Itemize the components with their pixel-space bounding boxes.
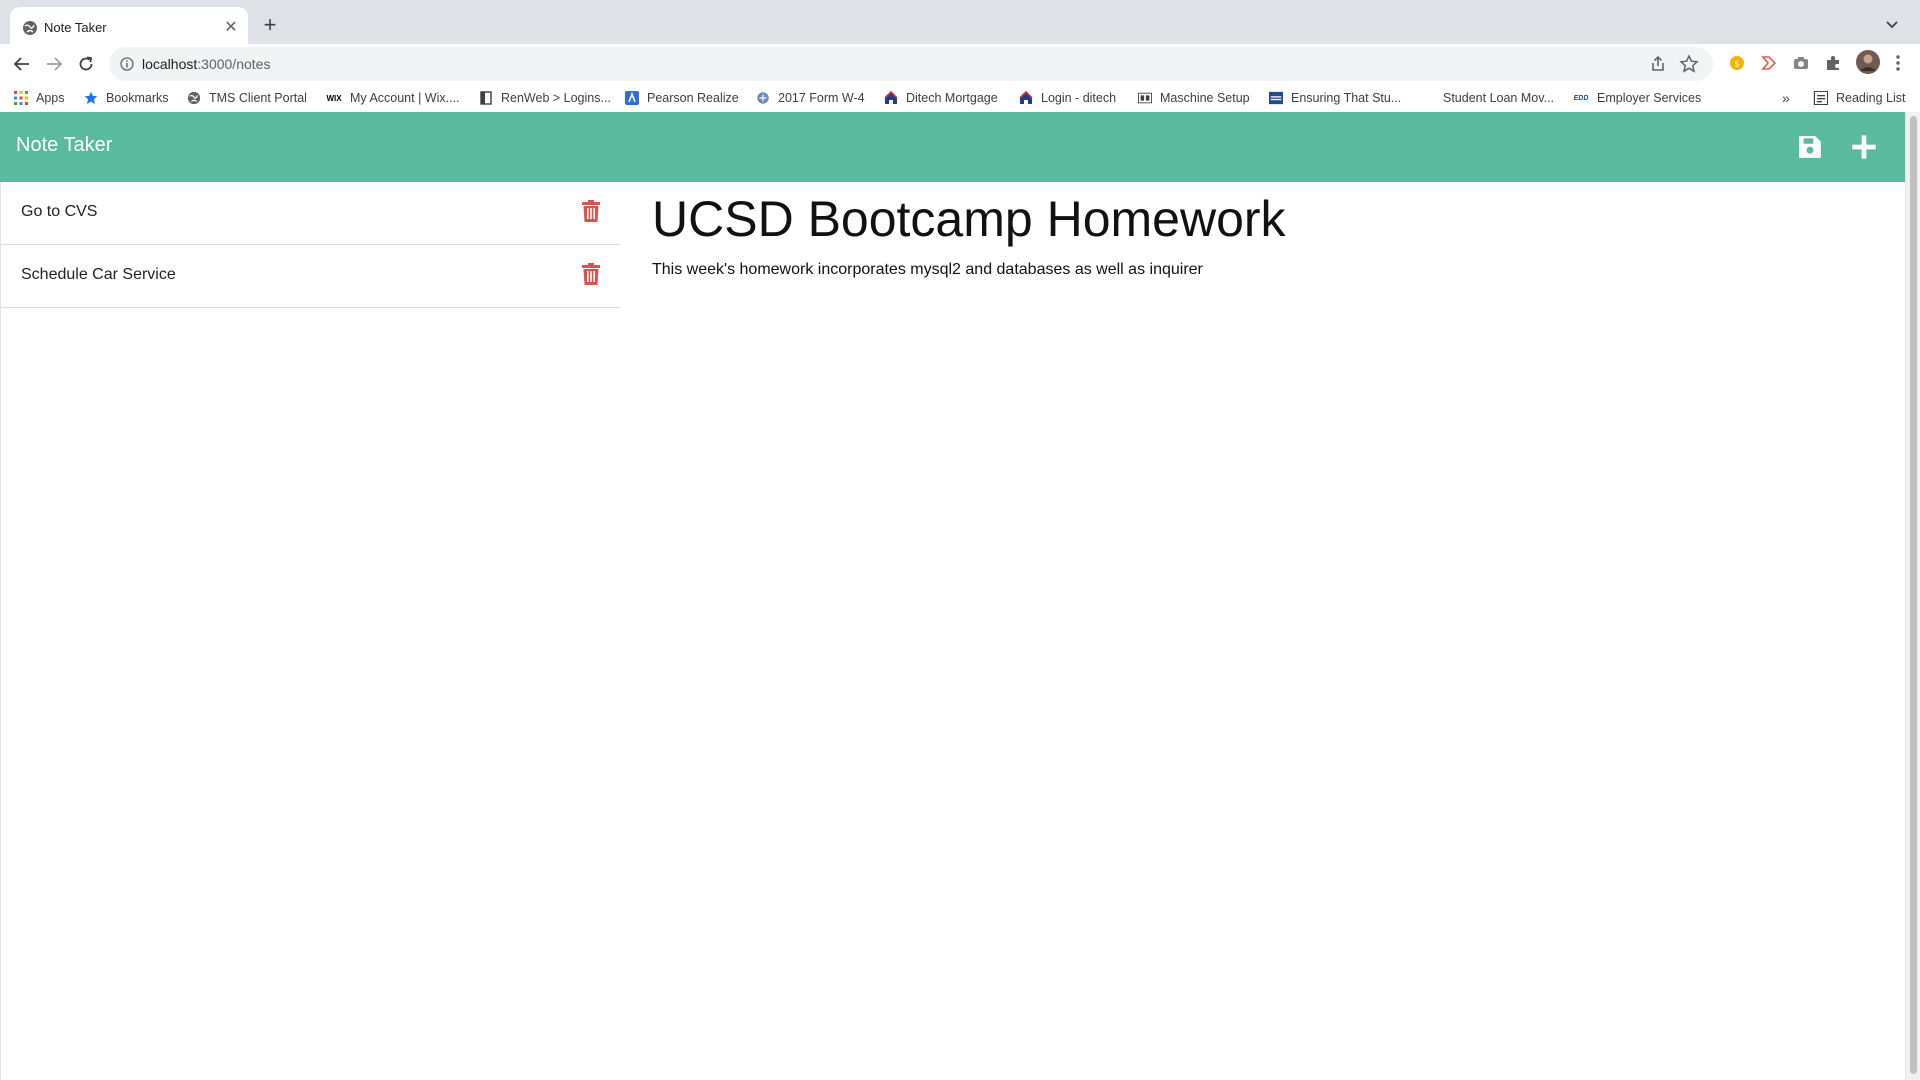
address-bar[interactable]: localhost:3000/notes xyxy=(109,47,1713,81)
bookmark-label: Bookmarks xyxy=(106,91,169,105)
note-editor: UCSD Bootcamp Homework This week's homew… xyxy=(620,182,1905,1080)
svg-text:$: $ xyxy=(1734,60,1740,70)
reading-list-label: Reading List xyxy=(1836,91,1906,105)
star-icon xyxy=(84,91,98,105)
app-title[interactable]: Note Taker xyxy=(16,134,112,157)
bookmark-label: Student Loan Mov... xyxy=(1443,91,1554,105)
forward-arrow-icon xyxy=(47,57,63,71)
bookmark-wix[interactable]: WIX My Account | Wix.... xyxy=(326,88,460,108)
bookmark-tms-client-portal[interactable]: TMS Client Portal xyxy=(187,88,307,108)
bookmark-label: Login - ditech xyxy=(1041,91,1117,105)
house-icon xyxy=(884,91,898,105)
page-icon xyxy=(479,91,493,105)
info-icon[interactable] xyxy=(120,57,134,71)
delete-note-trash-icon[interactable] xyxy=(582,263,600,285)
pearson-icon xyxy=(625,91,639,105)
blank-icon xyxy=(1421,91,1435,105)
bookmark-label: Ensuring That Stu... xyxy=(1291,91,1402,105)
note-list-item[interactable]: Go to CVS xyxy=(1,182,620,245)
bookmark-apps[interactable]: Apps xyxy=(14,88,65,108)
browser-toolbar: localhost:3000/notes $ xyxy=(0,44,1920,84)
reading-list-icon xyxy=(1814,91,1828,105)
bookmark-renweb[interactable]: RenWeb > Logins... xyxy=(479,88,611,108)
browser-tab[interactable]: Note Taker ✕ xyxy=(10,7,248,49)
note-list-item-title[interactable]: Schedule Car Service xyxy=(21,266,176,284)
bookmark-pearson[interactable]: Pearson Realize xyxy=(625,88,739,108)
bookmark-bookmarks[interactable]: Bookmarks xyxy=(84,88,169,108)
browser-tab-strip: Note Taker ✕ + xyxy=(0,0,1920,49)
bookmark-label: Ditech Mortgage xyxy=(906,91,998,105)
bookmark-login-ditech[interactable]: Login - ditech xyxy=(1019,88,1116,108)
reload-icon xyxy=(79,56,93,71)
bookmark-label: TMS Client Portal xyxy=(209,91,307,105)
tab-search-chevron-icon[interactable] xyxy=(1882,14,1902,34)
bookmark-label: Employer Services xyxy=(1597,91,1702,105)
url-host: localhost xyxy=(142,56,198,72)
bookmark-student-loan[interactable]: Student Loan Mov... xyxy=(1421,88,1554,108)
note-title-field[interactable]: UCSD Bootcamp Homework xyxy=(652,190,1286,248)
bookmarks-overflow-button[interactable]: » xyxy=(1782,88,1790,108)
bookmark-ensuring[interactable]: Ensuring That Stu... xyxy=(1269,88,1401,108)
forward-button[interactable] xyxy=(40,50,68,78)
note-list-item[interactable]: Schedule Car Service xyxy=(1,245,620,308)
bookmark-star-icon[interactable] xyxy=(1679,54,1699,74)
edd-icon: EDD xyxy=(1573,94,1589,102)
app-navbar: Note Taker xyxy=(0,112,1905,182)
back-button[interactable] xyxy=(8,50,36,78)
house-icon xyxy=(1019,91,1033,105)
bookmark-label: Apps xyxy=(36,91,65,105)
browser-menu-icon[interactable] xyxy=(1887,52,1909,74)
extension-coin-icon[interactable]: $ xyxy=(1726,52,1748,74)
url-text: localhost:3000/notes xyxy=(142,56,270,72)
maschine-icon xyxy=(1138,91,1152,105)
extensions-puzzle-icon[interactable] xyxy=(1822,52,1844,74)
tab-close-icon[interactable]: ✕ xyxy=(220,16,242,38)
apps-grid-icon xyxy=(14,91,28,105)
profile-avatar[interactable] xyxy=(1855,49,1881,75)
reload-button[interactable] xyxy=(72,50,100,78)
bookmark-w4[interactable]: 2017 Form W-4 xyxy=(756,88,865,108)
wix-icon: WIX xyxy=(326,93,342,103)
bookmark-maschine-setup[interactable]: Maschine Setup xyxy=(1138,88,1250,108)
irs-icon xyxy=(756,91,770,105)
bookmark-label: Maschine Setup xyxy=(1160,91,1250,105)
back-arrow-icon xyxy=(13,57,29,71)
bookmark-label: Pearson Realize xyxy=(647,91,739,105)
extension-arrow-icon[interactable] xyxy=(1758,52,1780,74)
doc-icon xyxy=(1269,91,1283,105)
url-path: :3000/notes xyxy=(197,56,271,72)
globe-icon xyxy=(23,21,37,35)
new-tab-button[interactable]: + xyxy=(258,12,282,37)
globe-icon xyxy=(187,91,201,105)
note-text-field[interactable]: This week's homework incorporates mysql2… xyxy=(652,261,1203,279)
bookmark-ditech-mortgage[interactable]: Ditech Mortgage xyxy=(884,88,998,108)
camera-icon[interactable] xyxy=(1790,52,1812,74)
tab-title: Note Taker xyxy=(44,20,107,35)
bookmark-label: My Account | Wix.... xyxy=(350,91,460,105)
bookmark-label: RenWeb > Logins... xyxy=(501,91,611,105)
note-list: Go to CVS Schedule Car Service xyxy=(0,182,621,1080)
delete-note-trash-icon[interactable] xyxy=(582,200,600,222)
save-note-icon[interactable] xyxy=(1797,134,1823,160)
scrollbar-thumb[interactable] xyxy=(1910,116,1917,1074)
note-list-item-title[interactable]: Go to CVS xyxy=(21,203,97,221)
page-scrollbar[interactable] xyxy=(1905,112,1920,1080)
new-note-icon[interactable] xyxy=(1850,133,1878,161)
share-icon[interactable] xyxy=(1649,55,1667,73)
reading-list-button[interactable]: Reading List xyxy=(1813,88,1906,108)
bookmarks-bar: Apps Bookmarks TMS Client Portal WIX My … xyxy=(0,84,1920,113)
bookmark-label: 2017 Form W-4 xyxy=(778,91,865,105)
bookmark-employer-services[interactable]: EDD Employer Services xyxy=(1573,88,1702,108)
